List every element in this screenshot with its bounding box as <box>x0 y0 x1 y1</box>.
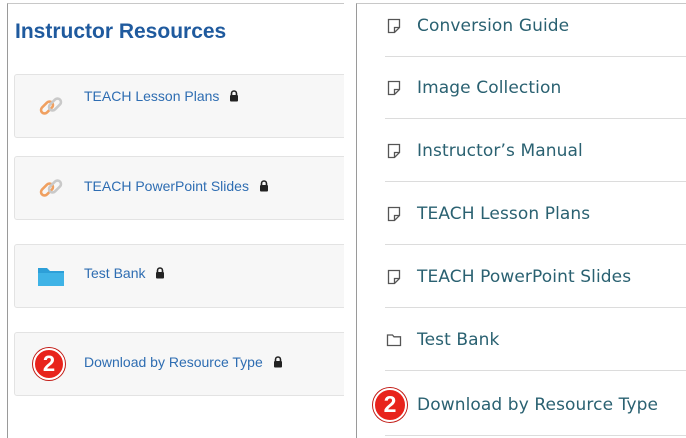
folder-icon <box>35 260 67 292</box>
resource-card-label: TEACH Lesson Plans <box>84 88 239 105</box>
lock-icon <box>155 266 165 282</box>
document-icon <box>385 79 403 97</box>
lock-icon <box>229 89 239 105</box>
resource-row-test-bank[interactable]: Test Bank <box>385 309 686 371</box>
resource-row-instructors-manual[interactable]: Instructor’s Manual <box>385 120 686 182</box>
resource-card-label: TEACH PowerPoint Slides <box>84 178 269 195</box>
resource-row-label: TEACH PowerPoint Slides <box>417 266 632 287</box>
document-icon <box>385 17 403 35</box>
resource-card-label: Test Bank <box>84 265 165 282</box>
resource-row-image-collection[interactable]: Image Collection <box>385 57 686 119</box>
resource-row-label: Image Collection <box>417 77 562 98</box>
resource-row-label: Instructor’s Manual <box>417 140 583 161</box>
resource-card-label-text: Download by Resource Type <box>84 354 263 370</box>
resource-card-label: Download by Resource Type <box>84 354 283 371</box>
resource-row-label: TEACH Lesson Plans <box>417 203 591 224</box>
lock-icon <box>273 355 283 371</box>
right-panel: Conversion Guide Image Collection Instru… <box>356 3 686 438</box>
link-icon <box>35 90 67 122</box>
link-icon <box>35 172 67 204</box>
number-badge-text: 2 <box>373 387 407 422</box>
resource-card-teach-powerpoint-slides[interactable]: TEACH PowerPoint Slides <box>14 156 344 220</box>
resource-card-download-by-resource-type[interactable]: 2 Download by Resource Type <box>14 332 344 396</box>
resource-card-teach-lesson-plans[interactable]: TEACH Lesson Plans <box>14 74 344 138</box>
resource-row-teach-lesson-plans[interactable]: TEACH Lesson Plans <box>385 183 686 245</box>
resource-row-conversion-guide[interactable]: Conversion Guide <box>385 4 686 57</box>
instructor-resources-title: Instructor Resources <box>15 20 227 43</box>
resource-card-test-bank[interactable]: Test Bank <box>14 244 344 308</box>
left-panel: Instructor Resources TEACH Lesson Plans … <box>7 3 344 438</box>
resource-row-label: Conversion Guide <box>417 15 570 36</box>
number-badge: 2 <box>373 387 407 422</box>
number-badge-text: 2 <box>33 348 65 380</box>
document-icon <box>385 142 403 160</box>
resource-card-label-text: TEACH PowerPoint Slides <box>84 178 249 194</box>
resource-row-label: Test Bank <box>417 329 500 350</box>
resource-row-label: Download by Resource Type <box>417 394 659 415</box>
resource-row-download-by-resource-type[interactable]: 2 Download by Resource Type <box>373 374 686 436</box>
folder-outline-icon <box>385 331 403 349</box>
resource-card-label-text: Test Bank <box>84 265 146 281</box>
lock-icon <box>259 179 269 195</box>
document-icon <box>385 205 403 223</box>
resource-row-teach-powerpoint-slides[interactable]: TEACH PowerPoint Slides <box>385 246 686 308</box>
document-icon <box>385 268 403 286</box>
resource-card-label-text: TEACH Lesson Plans <box>84 88 220 104</box>
number-badge: 2 <box>33 348 65 380</box>
